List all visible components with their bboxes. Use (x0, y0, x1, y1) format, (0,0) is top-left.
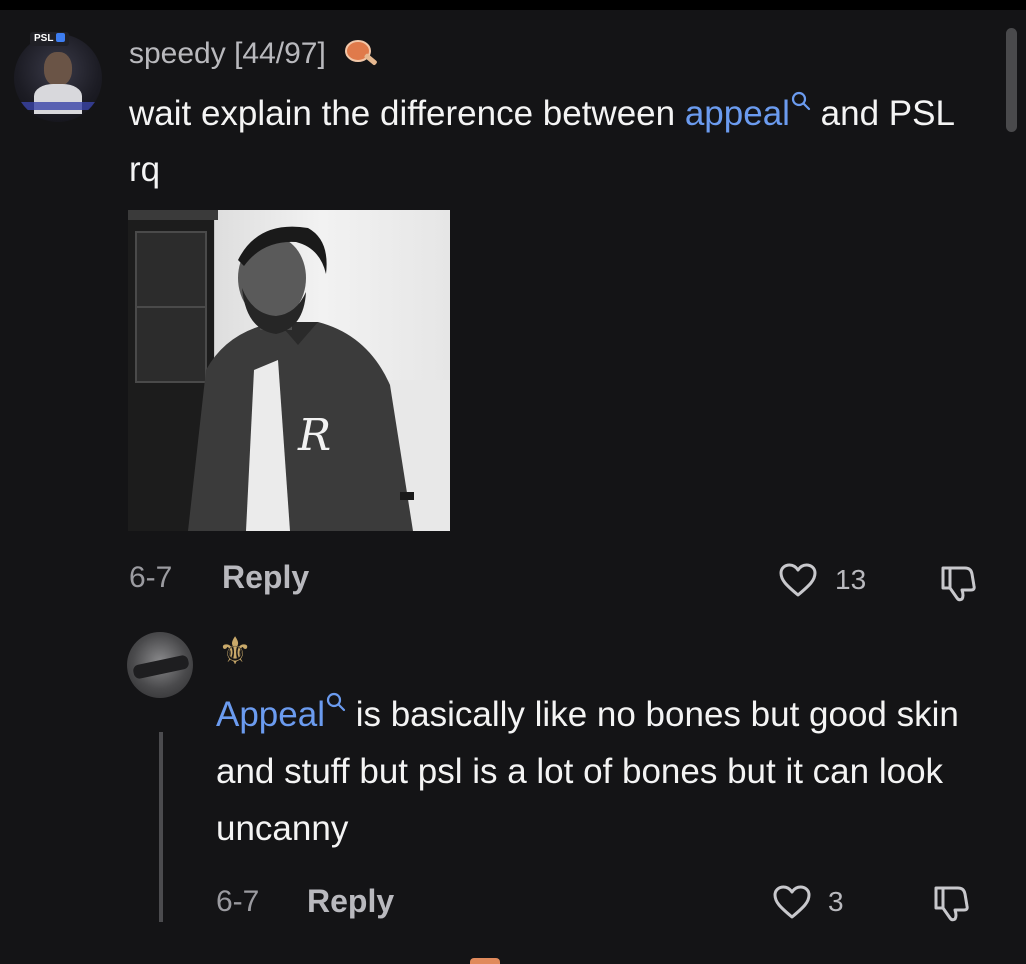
reply-reply-button[interactable]: Reply (307, 882, 394, 920)
top-bar (0, 0, 1026, 10)
thumbs-down-icon[interactable] (930, 880, 976, 922)
comment-date: 6-7 (129, 561, 173, 594)
search-icon[interactable] (791, 91, 811, 113)
search-icon[interactable] (326, 692, 346, 714)
appeal-search-link[interactable]: appeal (685, 91, 811, 133)
scrollbar[interactable] (1006, 28, 1017, 132)
reply-date: 6-7 (216, 885, 260, 918)
thumbs-down-icon[interactable] (937, 560, 983, 602)
comment-username[interactable]: speedy [44/97] (129, 37, 326, 70)
reply-text: Appeal is basically like no bones but go… (216, 686, 996, 857)
avatar-face (44, 52, 72, 86)
photo-illustration: R (128, 210, 450, 531)
avatar-banner (18, 102, 98, 110)
comment-text-start: wait explain the difference between (129, 94, 685, 133)
comment-like-count: 13 (835, 564, 867, 595)
badge-dot-icon (56, 33, 66, 42)
heart-icon[interactable] (778, 562, 818, 598)
svg-text:R: R (297, 410, 331, 461)
ping-pong-icon (345, 40, 378, 66)
fleur-de-lis-icon: ⚜ (218, 631, 253, 673)
avatar-detail (132, 654, 190, 680)
comment-photo[interactable]: R (128, 210, 450, 531)
next-comment-peek (470, 958, 500, 964)
comment-reply-button[interactable]: Reply (222, 558, 309, 596)
reply-like-count: 3 (828, 886, 844, 917)
reply-avatar[interactable] (127, 632, 193, 698)
appeal-link-text[interactable]: appeal (685, 94, 790, 133)
appeal-reply-link[interactable]: Appeal (216, 692, 346, 734)
avatar-badge: PSL (30, 32, 70, 46)
comment-username-row: speedy [44/97] (129, 34, 382, 74)
commenter-avatar[interactable] (14, 34, 102, 122)
appeal-reply-link-text[interactable]: Appeal (216, 695, 325, 734)
heart-icon[interactable] (772, 884, 812, 920)
thread-line (159, 732, 163, 922)
comment-text: wait explain the difference between appe… (129, 86, 989, 198)
avatar-badge-text: PSL (34, 33, 54, 44)
